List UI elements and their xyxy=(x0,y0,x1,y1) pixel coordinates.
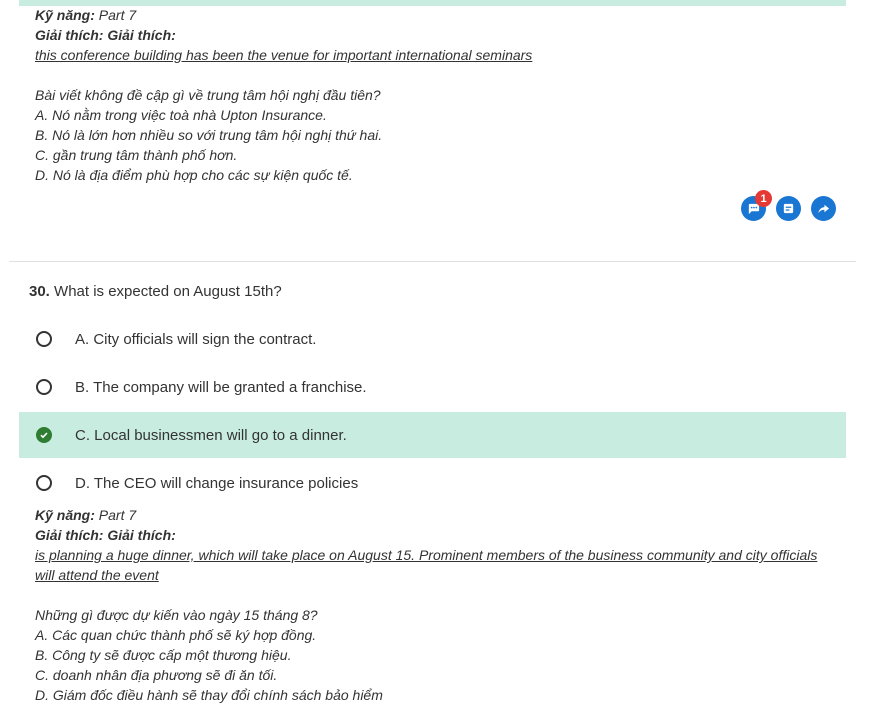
option-d[interactable]: D. The CEO will change insurance policie… xyxy=(19,460,846,506)
explain-quote: is planning a huge dinner, which will ta… xyxy=(35,547,818,583)
skill-value: Part 7 xyxy=(98,7,137,23)
skill-label: Kỹ năng: xyxy=(35,507,95,523)
option-label: D. The CEO will change insurance policie… xyxy=(75,474,359,492)
share-button[interactable] xyxy=(811,196,836,221)
comment-button[interactable]: 1 xyxy=(741,190,772,221)
comment-count-badge: 1 xyxy=(755,190,772,207)
radio-icon[interactable] xyxy=(36,379,52,395)
skill-line: Kỹ năng: Part 7 xyxy=(35,5,532,25)
explain-label: Giải thích: Giải thích: xyxy=(35,27,176,43)
vi-option-a: A. Nó nằm trong việc toà nhà Upton Insur… xyxy=(35,107,327,123)
vi-option-d: D. Nó là địa điểm phù hợp cho các sự kiệ… xyxy=(35,167,353,183)
radio-icon[interactable] xyxy=(36,475,52,491)
option-b[interactable]: B. The company will be granted a franchi… xyxy=(19,364,846,410)
question-title: 30. What is expected on August 15th? xyxy=(29,283,282,300)
question-actions: 1 xyxy=(741,190,836,221)
vi-option-c: C. doanh nhân địa phương sẽ đi ăn tối. xyxy=(35,667,278,683)
question-number: 30. xyxy=(29,283,50,300)
skill-label: Kỹ năng: xyxy=(35,7,95,23)
explain-label: Giải thích: Giải thích: xyxy=(35,527,176,543)
share-icon xyxy=(818,204,830,214)
note-button[interactable] xyxy=(776,196,801,221)
note-icon xyxy=(783,203,794,214)
vi-option-c: C. gần trung tâm thành phố hơn. xyxy=(35,147,238,163)
question-text: What is expected on August 15th? xyxy=(54,283,282,300)
vi-option-a: A. Các quan chức thành phố sẽ ký hợp đồn… xyxy=(35,627,317,643)
question-explanation: Kỹ năng: Part 7 Giải thích: Giải thích: … xyxy=(35,505,835,705)
skill-value: Part 7 xyxy=(98,507,137,523)
radio-icon[interactable] xyxy=(36,331,52,347)
vi-question: Những gì được dự kiến vào ngày 15 tháng … xyxy=(35,607,318,623)
explain-quote: this conference building has been the ve… xyxy=(35,47,533,63)
option-c[interactable]: C. Local businessmen will go to a dinner… xyxy=(19,412,846,458)
option-label: B. The company will be granted a franchi… xyxy=(75,378,367,396)
question-divider xyxy=(9,261,856,262)
vi-option-b: B. Nó là lớn hơn nhiều so với trung tâm … xyxy=(35,127,383,143)
option-label: C. Local businessmen will go to a dinner… xyxy=(75,426,347,444)
vi-question: Bài viết không đề cập gì về trung tâm hộ… xyxy=(35,87,381,103)
option-label: A. City officials will sign the contract… xyxy=(75,330,317,348)
skill-line: Kỹ năng: Part 7 xyxy=(35,505,835,525)
vi-option-b: B. Công ty sẽ được cấp một thương hiệu. xyxy=(35,647,292,663)
option-a[interactable]: A. City officials will sign the contract… xyxy=(19,316,846,362)
check-circle-icon[interactable] xyxy=(36,427,52,443)
previous-explanation: Kỹ năng: Part 7 Giải thích: Giải thích: … xyxy=(35,5,532,185)
vi-option-d: D. Giám đốc điều hành sẽ thay đổi chính … xyxy=(35,687,383,703)
